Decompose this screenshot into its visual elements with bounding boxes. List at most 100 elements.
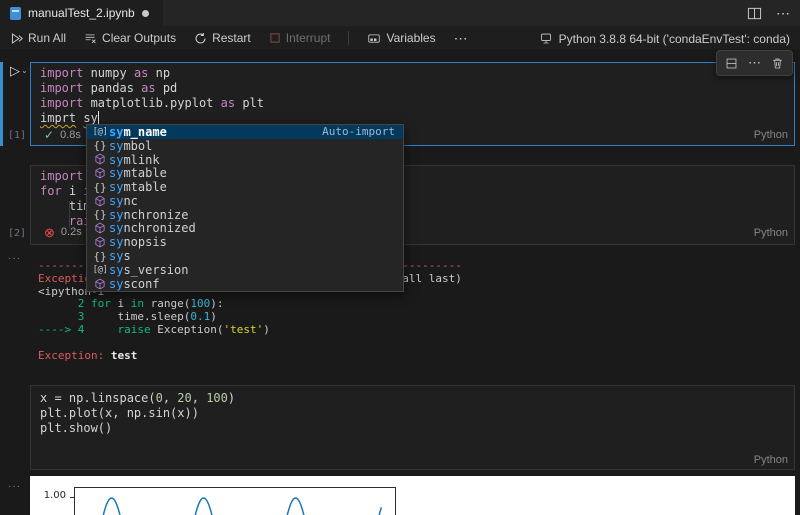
cell-more-actions-icon[interactable]: ⋯: [748, 55, 761, 71]
plot-figure: [74, 487, 396, 515]
code-line: plt.show(): [40, 421, 235, 436]
symbol-module-icon: [91, 236, 109, 248]
symbol-module-icon: [91, 167, 109, 179]
suggestion-label: symtable: [109, 166, 395, 180]
clear-outputs-label: Clear Outputs: [102, 31, 176, 45]
split-cell-icon[interactable]: [725, 57, 738, 70]
suggestion-label: sync: [109, 194, 395, 208]
kernel-label: Python 3.8.8 64-bit ('condaEnvTest': con…: [559, 32, 790, 46]
cell-2-status: ⊗ 0.2s: [44, 226, 82, 238]
restart-label: Restart: [212, 31, 251, 45]
suggestion-label: symtable: [109, 180, 395, 194]
suggestion-item[interactable]: [@]sym_nameAuto-import: [87, 125, 403, 139]
sine-curve: [89, 498, 382, 515]
clear-outputs-icon: [84, 32, 97, 45]
suggestion-label: symbol: [109, 139, 395, 153]
suggestion-item[interactable]: {}symtable: [87, 180, 403, 194]
code-line: import pandas as pd: [40, 81, 264, 96]
suggestion-item[interactable]: synopsis: [87, 235, 403, 249]
symbol-module-icon: [91, 278, 109, 290]
suggestion-label: synchronized: [109, 221, 395, 235]
variables-icon: [367, 32, 381, 45]
suggestion-item[interactable]: {}synchronize: [87, 208, 403, 222]
variables-button[interactable]: Variables: [367, 31, 435, 45]
symbol-namespace-icon: {}: [91, 181, 109, 194]
suggestion-label: symlink: [109, 153, 395, 167]
kernel-server-icon: [539, 32, 553, 45]
interrupt-icon: [269, 32, 281, 44]
cell-1-exec-time: 0.8s: [60, 129, 81, 141]
notebook-toolbar: Run All Clear Outputs Restart Interrupt: [0, 26, 800, 51]
cell-toolbar: ⋯: [716, 50, 793, 76]
tab-title: manualTest_2.ipynb: [28, 6, 135, 20]
toolbar-separator: [348, 31, 349, 45]
symbol-variable-icon: [@]: [91, 127, 109, 137]
suggestion-item[interactable]: {}symbol: [87, 139, 403, 153]
split-editor-icon[interactable]: [747, 6, 762, 21]
toolbar-more-icon: ⋯: [454, 30, 468, 47]
suggestion-item[interactable]: sysconf: [87, 277, 403, 291]
notebook-file-icon: [10, 7, 21, 20]
suggestion-label: sysconf: [109, 277, 395, 291]
restart-button[interactable]: Restart: [194, 31, 251, 45]
cell-1-language-label[interactable]: Python: [754, 129, 788, 141]
symbol-module-icon: [91, 222, 109, 234]
symbol-module-icon: [91, 153, 109, 165]
modified-indicator-dot: [142, 10, 149, 17]
suggestion-label: sys_version: [109, 263, 395, 277]
suggestion-item[interactable]: sync: [87, 194, 403, 208]
code-line: Exception: test: [38, 350, 462, 363]
cell-1-code-editor[interactable]: import numpy as npimport pandas as pdimp…: [40, 66, 264, 126]
focused-cell-stripe: [0, 62, 3, 146]
output-more-actions-icon[interactable]: ···: [8, 253, 21, 264]
code-line: import numpy as np: [40, 66, 264, 81]
delete-cell-icon[interactable]: [771, 57, 784, 70]
cell-2-execution-count: [2]: [8, 228, 26, 239]
suggestion-item[interactable]: {}sys: [87, 249, 403, 263]
plot-more-actions-icon[interactable]: ···: [8, 481, 21, 492]
cell-2-language-label[interactable]: Python: [754, 227, 788, 239]
symbol-namespace-icon: {}: [91, 250, 109, 263]
vscode-notebook-window: manualTest_2.ipynb ⋯ Run All Clear Outp: [0, 0, 800, 515]
indent-guide: [69, 201, 70, 228]
suggestion-label: sys: [109, 249, 395, 263]
suggestion-item[interactable]: symtable: [87, 166, 403, 180]
editor-more-actions-icon[interactable]: ⋯: [776, 5, 790, 22]
cell-1-execution-count: [1]: [8, 130, 26, 141]
text-cursor: [98, 111, 100, 124]
symbol-namespace-icon: {}: [91, 139, 109, 152]
interrupt-button[interactable]: Interrupt: [269, 31, 331, 45]
cell-3-code-editor[interactable]: x = np.linspace(0, 20, 100)plt.plot(x, n…: [40, 391, 235, 436]
suggestion-label: synchronize: [109, 208, 395, 222]
symbol-module-icon: [91, 195, 109, 207]
symbol-variable-icon: [@]: [91, 265, 109, 275]
suggestion-label: synopsis: [109, 235, 395, 249]
code-line: plt.plot(x, np.sin(x)): [40, 406, 235, 421]
error-circle-icon: ⊗: [44, 227, 55, 238]
suggestion-item[interactable]: symlink: [87, 153, 403, 167]
run-all-button[interactable]: Run All: [10, 31, 66, 45]
symbol-namespace-icon: {}: [91, 208, 109, 221]
cell-1-status: ✓ 0.8s: [44, 128, 81, 142]
interrupt-label: Interrupt: [286, 31, 331, 45]
run-cell-icon: ▷: [10, 63, 20, 79]
code-line: import matplotlib.pyplot as plt: [40, 96, 264, 111]
cell-3-language-label[interactable]: Python: [754, 454, 788, 466]
clear-outputs-button[interactable]: Clear Outputs: [84, 31, 176, 45]
run-cell-button[interactable]: ▷⌄: [10, 63, 28, 79]
restart-icon: [194, 32, 207, 45]
plot-ytick-label: 1.00: [36, 490, 66, 501]
code-line: x = np.linspace(0, 20, 100): [40, 391, 235, 406]
code-line: ----> 4 raise Exception('test'): [38, 324, 462, 337]
editor-tab[interactable]: manualTest_2.ipynb: [0, 0, 163, 26]
success-check-icon: ✓: [44, 128, 54, 142]
tab-bar: manualTest_2.ipynb ⋯: [0, 0, 800, 26]
toolbar-more-button[interactable]: ⋯: [454, 30, 468, 47]
suggestion-detail: Auto-import: [322, 125, 395, 138]
suggestion-item[interactable]: synchronized: [87, 222, 403, 236]
run-options-chevron-icon: ⌄: [21, 66, 28, 75]
autocomplete-suggest-widget: [@]sym_nameAuto-import{}symbolsymlinksym…: [86, 124, 404, 292]
kernel-picker[interactable]: Python 3.8.8 64-bit ('condaEnvTest': con…: [539, 26, 790, 51]
suggestion-label: sym_name: [109, 125, 322, 139]
suggestion-item[interactable]: [@]sys_version: [87, 263, 403, 277]
